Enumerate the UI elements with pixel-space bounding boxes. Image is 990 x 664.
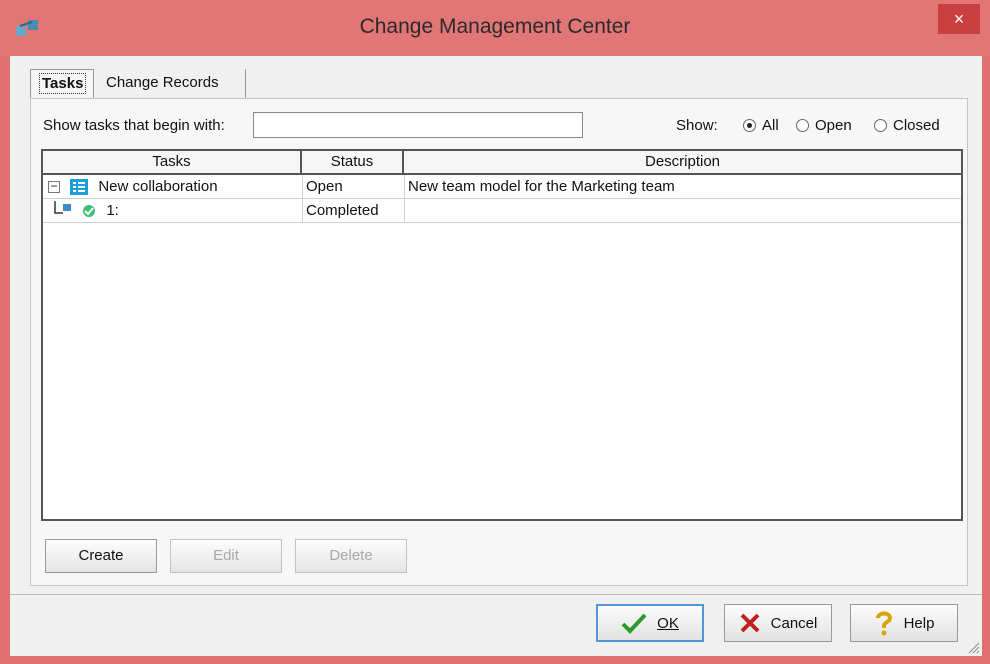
footer-divider: [10, 594, 982, 595]
cancel-button[interactable]: Cancel: [724, 604, 832, 642]
help-label: Help: [903, 614, 935, 632]
radio-closed-dot: [874, 119, 887, 132]
radio-all-dot: [743, 119, 756, 132]
radio-closed-label: Closed: [893, 117, 940, 134]
radio-all[interactable]: All: [743, 117, 779, 134]
question-icon: [875, 611, 892, 636]
tab-change-records[interactable]: Change Records: [98, 69, 246, 99]
table-row[interactable]: − New collaboration Open New team model …: [43, 175, 961, 199]
close-button[interactable]: ×: [938, 4, 980, 34]
tasks-panel: Show tasks that begin with: Show: All Op…: [30, 98, 968, 586]
task-list-icon: [70, 179, 89, 196]
filter-label: Show tasks that begin with:: [43, 117, 225, 134]
filter-input[interactable]: [253, 112, 583, 138]
task-cell: − New collaboration: [43, 175, 302, 199]
dialog-window: Change Management Center × Tasks Change …: [0, 0, 990, 664]
tasks-table: Tasks Status Description − New collabora…: [41, 149, 963, 521]
delete-button[interactable]: Delete: [295, 539, 407, 573]
cancel-label: Cancel: [770, 614, 818, 632]
column-header-tasks[interactable]: Tasks: [43, 151, 302, 175]
radio-open[interactable]: Open: [796, 117, 852, 134]
ok-button[interactable]: OK: [596, 604, 704, 642]
help-button[interactable]: Help: [850, 604, 958, 642]
column-header-status[interactable]: Status: [302, 151, 404, 175]
table-row[interactable]: 1: Completed: [43, 199, 961, 223]
tree-connector-icon: [54, 201, 71, 214]
create-button[interactable]: Create: [45, 539, 157, 573]
dialog-body: Tasks Change Records Show tasks that beg…: [10, 56, 982, 656]
tab-tasks[interactable]: Tasks: [30, 69, 94, 99]
tab-tasks-label: Tasks: [39, 73, 87, 94]
resize-grip-icon[interactable]: [966, 640, 980, 654]
description-cell: New team model for the Marketing team: [404, 175, 961, 199]
radio-all-label: All: [762, 117, 779, 134]
ok-label: OK: [657, 614, 679, 632]
radio-open-label: Open: [815, 117, 852, 134]
show-label: Show:: [676, 117, 718, 134]
collapse-icon[interactable]: −: [48, 180, 60, 194]
description-cell: [404, 199, 961, 223]
title-bar[interactable]: Change Management Center ×: [0, 0, 990, 56]
task-name: New collaboration: [98, 178, 218, 195]
edit-button[interactable]: Edit: [170, 539, 282, 573]
radio-closed[interactable]: Closed: [874, 117, 940, 134]
radio-open-dot: [796, 119, 809, 132]
column-header-description[interactable]: Description: [404, 151, 961, 175]
window-title: Change Management Center: [359, 15, 631, 38]
status-cell: Open: [302, 175, 404, 199]
change-record-icon: [83, 205, 96, 218]
task-cell: 1:: [43, 199, 302, 223]
task-name: 1:: [106, 202, 119, 219]
x-icon: [740, 613, 760, 633]
checkmark-icon: [621, 613, 647, 634]
status-cell: Completed: [302, 199, 404, 223]
